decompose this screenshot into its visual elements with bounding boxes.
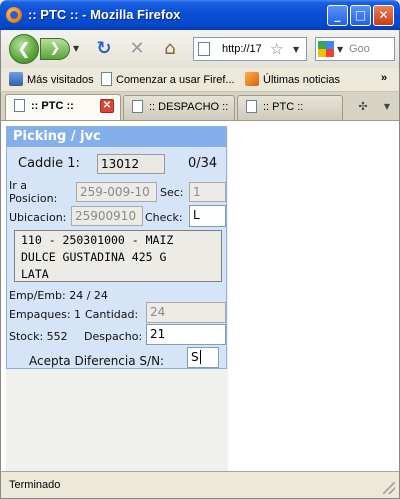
back-forward-group: ❯ ❮ ▼ <box>9 34 85 64</box>
resize-grip-icon[interactable] <box>383 482 395 494</box>
home-icon[interactable]: ⌂ <box>159 38 181 60</box>
page-icon <box>132 100 143 113</box>
text-cursor <box>199 350 201 364</box>
bookmark-label: Comenzar a usar Firef... <box>116 74 235 86</box>
acepta-diferencia-field[interactable]: S <box>187 347 219 368</box>
back-button[interactable]: ❮ <box>9 34 39 64</box>
picking-form: Picking / jvc Caddie 1: 13012 0/34 Ir aP… <box>6 126 227 369</box>
url-text[interactable]: http://17 <box>222 43 266 55</box>
page-icon <box>14 99 25 112</box>
url-bar[interactable]: http://17 ☆ ▼ <box>193 37 307 61</box>
emp-emb-text: Emp/Emb: 24 / 24 <box>9 289 108 302</box>
tab-list-dropdown-icon[interactable]: ▼ <box>377 97 397 117</box>
tab-close-icon[interactable]: ✕ <box>100 99 114 113</box>
left-panel: Picking / jvc Caddie 1: 13012 0/34 Ir aP… <box>6 126 228 416</box>
bookmark-comenzar[interactable]: Comenzar a usar Firef... <box>101 72 235 88</box>
minimize-button[interactable]: _ <box>327 5 348 26</box>
url-dropdown-icon[interactable]: ▼ <box>293 45 299 54</box>
stock-text: Stock: 552 <box>9 330 68 343</box>
tab-despacho[interactable]: :: DESPACHO :: <box>123 95 235 120</box>
cantidad-field[interactable]: 24 <box>146 302 226 323</box>
despacho-label: Despacho: <box>84 330 143 343</box>
despacho-field[interactable]: 21 <box>146 324 226 345</box>
bookmark-star-icon[interactable]: ☆ <box>270 40 283 58</box>
panel-background <box>6 416 228 472</box>
page-icon <box>198 42 210 56</box>
reload-icon[interactable]: ↻ <box>93 38 115 60</box>
sec-label: Sec: <box>160 186 184 199</box>
status-text: Terminado <box>9 479 61 491</box>
back-arrow-icon: ❮ <box>17 39 31 58</box>
form-header: Picking / jvc <box>7 127 226 147</box>
tab-label: :: DESPACHO :: <box>149 101 229 113</box>
check-field[interactable]: L <box>189 205 226 227</box>
ir-a-posicion-label: Ir a Posicion: <box>9 179 58 205</box>
bookmark-label: Más visitados <box>27 74 94 86</box>
new-tab-icon[interactable]: ✣ <box>353 97 373 117</box>
cantidad-label: Cantidad: <box>85 308 139 321</box>
history-dropdown-icon[interactable]: ▼ <box>73 44 79 53</box>
page-content: Picking / jvc Caddie 1: 13012 0/34 Ir aP… <box>0 120 400 472</box>
posicion-field[interactable]: 259-009-10 <box>76 182 157 202</box>
firefox-logo-icon <box>6 7 22 23</box>
status-bar: Terminado <box>0 471 400 499</box>
caddie-field[interactable]: 13012 <box>97 154 165 174</box>
bookmark-mas-visitados[interactable]: Más visitados <box>9 72 94 88</box>
search-engine-dropdown-icon[interactable]: ▼ <box>337 45 343 54</box>
tab-label: :: PTC :: <box>263 101 304 113</box>
tab-ptc-active[interactable]: :: PTC :: ✕ <box>5 94 121 120</box>
stop-icon[interactable]: ✕ <box>126 38 148 60</box>
maximize-button[interactable]: □ <box>350 5 371 26</box>
check-label: Check: <box>145 211 183 224</box>
google-logo-icon[interactable] <box>318 41 334 57</box>
forward-button[interactable]: ❯ <box>40 38 70 60</box>
product-description: 110 - 250301000 - MAIZ DULCE GUSTADINA 4… <box>14 230 222 282</box>
bookmark-label: Últimas noticias <box>263 74 341 86</box>
smart-folder-icon <box>9 72 23 86</box>
search-input[interactable]: Goo <box>349 43 394 55</box>
window-title: :: PTC :: - Mozilla Firefox <box>28 7 181 22</box>
empaques-label: Empaques: 1 <box>9 308 82 321</box>
rss-feed-icon <box>245 72 259 86</box>
navigation-toolbar: ❯ ❮ ▼ ↻ ✕ ⌂ http://17 ☆ ▼ ▼ Goo <box>0 30 400 68</box>
tab-label: :: PTC :: <box>31 100 74 112</box>
tab-ptc-2[interactable]: :: PTC :: <box>237 95 343 120</box>
sec-field[interactable]: 1 <box>189 182 226 202</box>
forward-arrow-icon: ❯ <box>49 41 61 56</box>
bookmarks-overflow-icon[interactable]: » <box>381 72 387 84</box>
search-bar[interactable]: ▼ Goo <box>315 37 395 61</box>
caddie-label: Caddie 1: <box>18 156 80 171</box>
page-icon <box>101 72 112 86</box>
ubicacion-label: Ubicacion: <box>9 211 67 224</box>
caddie-count: 0/34 <box>188 156 218 171</box>
acepta-diferencia-label: Acepta Diferencia S/N: <box>29 354 165 368</box>
bookmarks-toolbar: Más visitados Comenzar a usar Firef... Ú… <box>0 68 400 92</box>
close-window-button[interactable]: ✕ <box>373 5 394 26</box>
ubicacion-field[interactable]: 25900910 <box>71 206 143 226</box>
tab-bar: :: PTC :: ✕ :: DESPACHO :: :: PTC :: ✣ ▼ <box>0 92 400 120</box>
bookmark-ultimas-noticias[interactable]: Últimas noticias <box>245 72 340 88</box>
title-bar: :: PTC :: - Mozilla Firefox _ □ ✕ <box>0 0 400 30</box>
page-icon <box>246 100 257 113</box>
